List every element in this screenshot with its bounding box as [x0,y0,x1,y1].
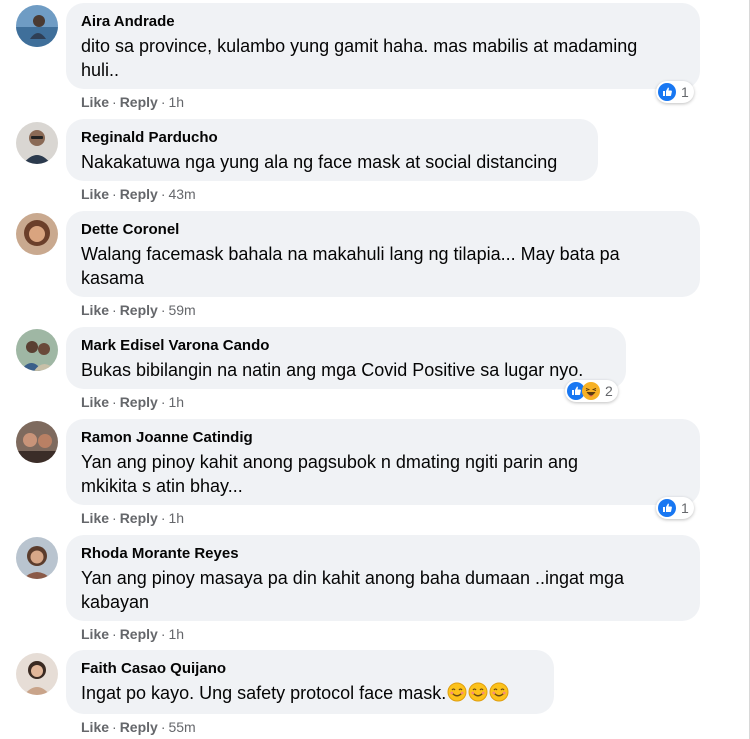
like-button[interactable]: Like [81,186,109,202]
comment-author[interactable]: Dette Coronel [81,220,686,239]
comment-bubble: Aira Andrade dito sa province, kulambo y… [66,3,700,89]
comment-line: kasama [81,268,145,288]
comment-line: dito sa province, kulambo yung gamit hah… [81,36,638,56]
comment-actions: Like · Reply · 59m [81,302,196,318]
comment-bubble: Faith Casao Quijano Ingat po kayo. Ung s… [66,650,554,714]
comment-time[interactable]: 55m [168,719,195,735]
comment-actions: Like · Reply · 1h [81,394,184,410]
separator: · [112,510,117,526]
reaction-count: 2 [605,383,613,399]
comment-line: Nakakatuwa nga yung ala ng face mask at … [81,152,558,172]
comment-author[interactable]: Reginald Parducho [81,128,584,147]
comment-bubble: Ramon Joanne Catindig Yan ang pinoy kahi… [66,419,700,505]
avatar[interactable] [16,213,58,255]
comment-line: Bukas bibilangin na natin ang mga Covid … [81,360,584,380]
comment-time[interactable]: 43m [168,186,195,202]
comment-line: kabayan [81,592,150,612]
reaction-count: 1 [681,500,689,516]
avatar[interactable] [16,537,58,579]
reply-button[interactable]: Reply [120,719,158,735]
like-button[interactable]: Like [81,626,109,642]
comment-author[interactable]: Ramon Joanne Catindig [81,428,686,447]
avatar[interactable] [16,653,58,695]
like-button[interactable]: Like [81,94,109,110]
like-icon [658,499,676,518]
separator: · [112,394,117,410]
reply-button[interactable]: Reply [120,626,158,642]
separator: · [160,94,166,110]
reaction-summary[interactable]: 1 [656,497,694,519]
comment-bubble: Mark Edisel Varona Cando Bukas bibilangi… [66,327,626,389]
comment-text: Yan ang pinoy masaya pa din kahit anong … [81,566,686,614]
avatar[interactable] [16,122,58,164]
comment-text: Walang facemask bahala na makahuli lang … [81,242,686,290]
comment-line: mkikita s atin bhay... [81,476,243,496]
comment-actions: Like · Reply · 1h [81,626,184,642]
reply-button[interactable]: Reply [120,94,158,110]
comment-time[interactable]: 1h [168,94,184,110]
comment-time[interactable]: 1h [168,626,184,642]
comment-author[interactable]: Faith Casao Quijano [81,659,540,678]
reaction-summary[interactable]: 1 [656,81,694,103]
comment-text: Nakakatuwa nga yung ala ng face mask at … [81,150,584,174]
comment-time[interactable]: 1h [168,394,184,410]
avatar[interactable] [16,421,58,463]
comment-line: Walang facemask bahala na makahuli lang … [81,244,620,264]
smile-icon [488,682,509,703]
reaction-count: 1 [681,84,689,100]
comment-author[interactable]: Rhoda Morante Reyes [81,544,686,563]
avatar[interactable] [16,5,58,47]
haha-icon [582,382,600,401]
comment-text: Yan ang pinoy kahit anong pagsubok n dma… [81,450,686,498]
like-button[interactable]: Like [81,394,109,410]
smile-icon [446,682,467,703]
reply-button[interactable]: Reply [120,302,158,318]
comment-text: Ingat po kayo. Ung safety protocol face … [81,681,540,705]
comment-text: dito sa province, kulambo yung gamit hah… [81,34,686,82]
separator: · [160,626,166,642]
like-button[interactable]: Like [81,510,109,526]
comment-bubble: Dette Coronel Walang facemask bahala na … [66,211,700,297]
comment-author[interactable]: Mark Edisel Varona Cando [81,336,612,355]
separator: · [160,510,166,526]
separator: · [112,94,117,110]
reply-button[interactable]: Reply [120,510,158,526]
separator: · [112,626,117,642]
separator: · [112,186,117,202]
separator: · [160,186,166,202]
comment-actions: Like · Reply · 55m [81,719,196,735]
comment-author[interactable]: Aira Andrade [81,12,686,31]
reply-button[interactable]: Reply [120,186,158,202]
separator: · [160,719,166,735]
comment-time[interactable]: 1h [168,510,184,526]
comment-line: Ingat po kayo. Ung safety protocol face … [81,683,447,703]
comment-actions: Like · Reply · 1h [81,94,184,110]
like-button[interactable]: Like [81,719,109,735]
avatar[interactable] [16,329,58,371]
reply-button[interactable]: Reply [120,394,158,410]
comment-line: huli.. [81,60,120,80]
comment-bubble: Reginald Parducho Nakakatuwa nga yung al… [66,119,598,181]
comment-line: Yan ang pinoy kahit anong pagsubok n dma… [81,452,579,472]
comment-actions: Like · Reply · 43m [81,186,196,202]
separator: · [112,719,117,735]
reaction-summary[interactable]: 2 [565,380,618,402]
comment-line: Yan ang pinoy masaya pa din kahit anong … [81,568,625,588]
separator: · [160,394,166,410]
like-button[interactable]: Like [81,302,109,318]
separator: · [160,302,166,318]
comment-time[interactable]: 59m [168,302,195,318]
separator: · [112,302,117,318]
like-icon [658,83,676,102]
smile-icon [467,682,488,703]
comment-bubble: Rhoda Morante Reyes Yan ang pinoy masaya… [66,535,700,621]
comment-actions: Like · Reply · 1h [81,510,184,526]
comment-text: Bukas bibilangin na natin ang mga Covid … [81,358,612,382]
